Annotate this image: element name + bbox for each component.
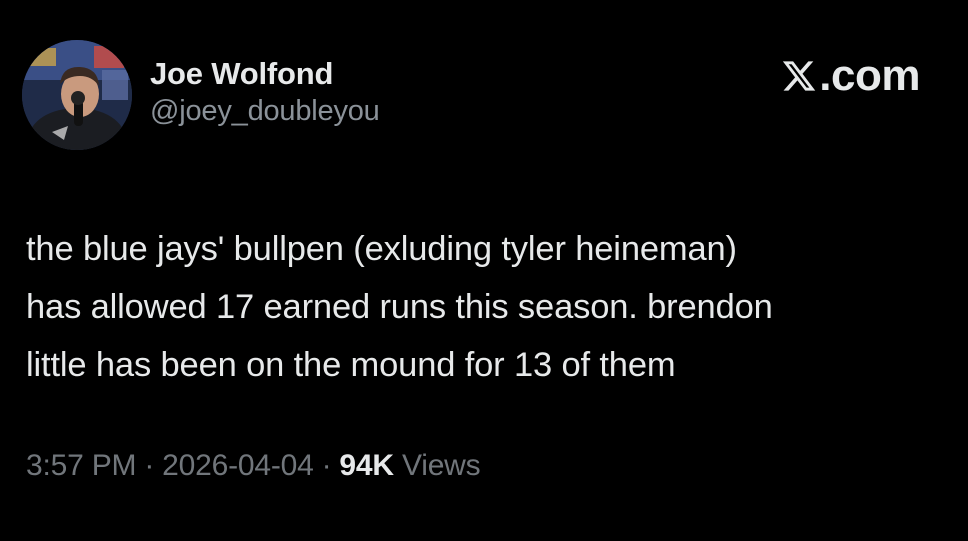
tweet-meta: 3:57 PM · 2026-04-04 · 94K Views bbox=[26, 446, 481, 486]
brand-watermark: .com bbox=[781, 50, 920, 102]
meta-separator: · bbox=[144, 449, 155, 482]
view-count[interactable]: 94K bbox=[339, 449, 394, 482]
meta-separator: · bbox=[321, 449, 332, 482]
author-info: Joe Wolfond @joey_doubleyou bbox=[150, 56, 380, 129]
author-display-name[interactable]: Joe Wolfond bbox=[150, 56, 380, 92]
tweet-text-line: little has been on the mound for 13 of t… bbox=[26, 346, 676, 384]
x-logo-icon bbox=[783, 61, 816, 91]
tweet-card: Joe Wolfond @joey_doubleyou .com the blu… bbox=[0, 0, 968, 541]
avatar-image bbox=[22, 40, 132, 150]
views-label: Views bbox=[401, 449, 481, 482]
tweet-text: the blue jays' bullpen (exluding tyler h… bbox=[26, 220, 956, 394]
tweet-text-line: the blue jays' bullpen (exluding tyler h… bbox=[26, 230, 737, 268]
tweet-date[interactable]: 2026-04-04 bbox=[162, 449, 314, 482]
tweet-time[interactable]: 3:57 PM bbox=[26, 449, 137, 482]
author-avatar[interactable] bbox=[22, 40, 132, 150]
tweet-text-line: has allowed 17 earned runs this season. … bbox=[26, 288, 773, 326]
author-handle[interactable]: @joey_doubleyou bbox=[150, 93, 380, 129]
brand-domain: .com bbox=[819, 51, 920, 100]
